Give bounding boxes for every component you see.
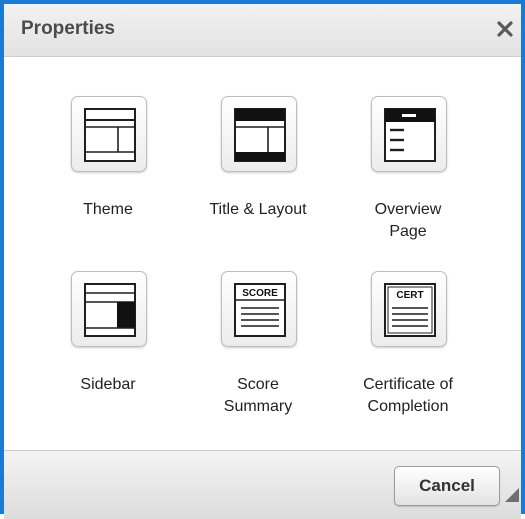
cert-icon-text: CERT: [396, 290, 423, 301]
option-title-layout[interactable]: Title & Layout: [183, 96, 333, 256]
theme-tile[interactable]: [71, 96, 147, 172]
label-line: Overview: [374, 201, 442, 218]
overview-page-tile[interactable]: [371, 96, 447, 172]
label-line: Summary: [223, 398, 293, 415]
option-label: Theme: [33, 199, 183, 221]
certificate-tile[interactable]: CERT: [371, 271, 447, 347]
sidebar-icon: [84, 283, 136, 337]
option-score-summary[interactable]: SCORE Score Summary: [183, 271, 333, 431]
title-layout-tile[interactable]: [221, 96, 297, 172]
title-layout-icon: [234, 108, 286, 162]
option-label: Certificate of Completion: [333, 374, 483, 418]
option-certificate[interactable]: CERT Certificate of Completion: [333, 271, 483, 431]
label-line: Title & Layout: [209, 201, 307, 218]
dialog-title: Properties: [21, 18, 115, 39]
dialog-titlebar: Properties: [4, 4, 521, 57]
label-line: Sidebar: [80, 376, 136, 393]
overview-page-icon: [384, 108, 436, 162]
dialog-footer: Cancel: [4, 450, 521, 519]
label-line: Theme: [83, 201, 133, 218]
option-label: Score Summary: [183, 374, 333, 418]
cancel-button[interactable]: Cancel: [394, 466, 500, 506]
properties-dialog: Properties Theme Title & Layout Overview…: [0, 0, 525, 519]
option-overview-page[interactable]: Overview Page: [333, 96, 483, 256]
option-sidebar[interactable]: Sidebar: [33, 271, 183, 431]
label-line: Completion: [367, 398, 449, 415]
resize-grip-icon[interactable]: [505, 488, 519, 502]
certificate-icon: CERT: [384, 283, 436, 337]
score-icon-text: SCORE: [242, 288, 278, 299]
score-summary-tile[interactable]: SCORE: [221, 271, 297, 347]
label-line: Score: [237, 376, 279, 393]
theme-icon: [84, 108, 136, 162]
close-icon[interactable]: [495, 19, 515, 39]
option-label: Overview Page: [333, 199, 483, 243]
label-line: Page: [389, 223, 427, 240]
option-label: Title & Layout: [183, 199, 333, 221]
score-summary-icon: SCORE: [234, 283, 286, 337]
label-line: Certificate of: [363, 376, 453, 393]
option-theme[interactable]: Theme: [33, 96, 183, 256]
option-label: Sidebar: [33, 374, 183, 396]
sidebar-tile[interactable]: [71, 271, 147, 347]
